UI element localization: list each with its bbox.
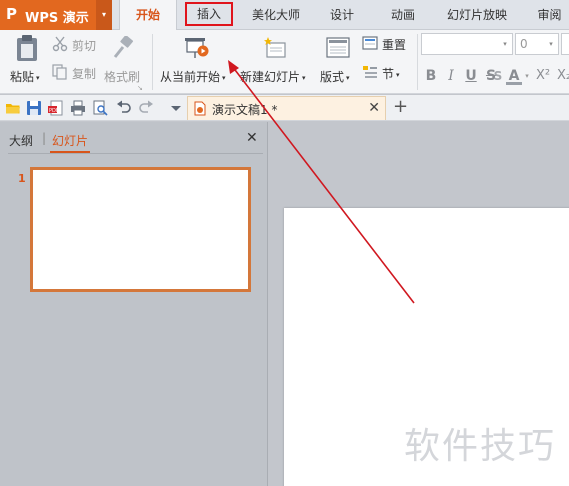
layout-label: 版式 [320,70,345,84]
presentation-file-icon [194,101,206,116]
presentation-play-icon [185,38,209,58]
font-color-dropdown-icon[interactable]: ▾ [522,66,532,86]
scissors-icon [52,36,68,52]
layout-button[interactable]: 版式 ▾ [320,34,358,90]
new-slide-button[interactable]: 新建幻灯片 ▾ [240,34,312,90]
slides-pane: 大纲 | 幻灯片 ✕ 1 [0,122,268,486]
tab-outline[interactable]: 大纲 [9,132,33,149]
ribbon-tab-bar: P WPS 演示 ▾ 开始 插入 美化大师 设计 动画 幻灯片放映 审阅 [0,0,569,30]
document-tab-title: 演示文稿1 * [212,103,278,117]
undo-icon[interactable] [116,100,132,116]
tab-design[interactable]: 设计 [322,0,362,30]
cut-label: 剪切 [72,39,97,53]
subscript-button[interactable]: X₂ [555,66,569,86]
section-label: 节 [382,67,395,81]
ribbon-home: 粘贴 ▾ 剪切 复制 格式刷 ↘ 从当前开始 ▾ 新建幻灯片 ▾ 版式 ▾ 重置… [0,30,569,94]
wps-logo-icon: P [6,5,17,23]
customize-toolbar-dropdown-icon[interactable] [168,100,184,116]
svg-text:PDF: PDF [49,108,59,114]
export-pdf-icon[interactable]: PDF [48,100,64,116]
underline-button[interactable]: U [464,66,478,86]
paste-label: 粘贴 [10,70,35,84]
reset-button[interactable]: 重置 [362,35,412,53]
font-size-select[interactable]: 0 ▾ [515,33,559,55]
tab-insert[interactable]: 插入 [185,2,233,26]
italic-button[interactable]: I [444,66,458,86]
paste-button[interactable]: 粘贴 ▾ [10,34,46,90]
new-slide-dropdown-icon: ▾ [302,73,306,82]
copy-label: 复制 [72,67,97,81]
reset-label: 重置 [382,38,407,52]
tab-home[interactable]: 开始 [119,0,177,30]
text-shadow-button[interactable]: S [492,66,504,86]
from-current-label: 从当前开始 [160,70,221,84]
section-button[interactable]: 节 ▾ [362,64,412,82]
tab-beautify-master[interactable]: 美化大师 [242,0,310,30]
new-tab-button[interactable]: + [393,96,408,118]
section-dropdown-icon: ▾ [396,70,400,79]
watermark: 软件技巧 [404,426,557,467]
slide-thumbnail[interactable] [30,167,251,292]
superscript-button[interactable]: X² [534,66,552,86]
copy-button[interactable]: 复制 [52,64,98,82]
print-icon[interactable] [70,100,86,116]
slide-number: 1 [18,172,26,185]
app-menu-dropdown-icon[interactable]: ▾ [96,0,112,30]
pane-divider [8,153,263,154]
paintbrush-icon [113,36,133,58]
save-icon[interactable] [26,100,42,116]
copy-icon [52,64,67,80]
close-pane-icon[interactable]: ✕ [246,130,258,146]
font-name-select[interactable]: ▾ [421,33,513,55]
tab-slideshow[interactable]: 幻灯片放映 [440,0,514,30]
layout-icon [326,37,350,58]
font-size-value: 0 [520,37,528,51]
pane-tab-strip: 大纲 | 幻灯片 ✕ [0,122,268,154]
paste-dropdown-icon: ▾ [36,73,40,82]
font-color-button[interactable]: A [506,66,522,85]
app-title: WPS 演示 [25,11,89,26]
redo-icon[interactable] [138,100,154,116]
new-slide-icon [264,37,286,58]
grow-font-button[interactable] [561,33,569,55]
tab-review[interactable]: 审阅 [530,0,569,30]
app-menu-button[interactable]: P WPS 演示 ▾ [0,0,112,30]
cut-button[interactable]: 剪切 [52,36,98,54]
font-size-dropdown-icon[interactable]: ▾ [544,34,558,54]
ribbon-separator [417,34,418,90]
layout-dropdown-icon: ▾ [346,73,350,82]
ribbon-separator [152,34,153,90]
format-painter-button[interactable]: 格式刷 ↘ [104,34,144,92]
tab-animation[interactable]: 动画 [383,0,423,30]
format-painter-label: 格式刷 [104,70,141,84]
reset-slide-icon [362,36,378,50]
play-from-current-button[interactable]: 从当前开始 ▾ [160,34,234,90]
quick-access-toolbar: PDF 演示文稿1 * ✕ + [0,95,569,121]
clipboard-group-launcher-icon[interactable]: ↘ [137,84,143,92]
tab-slides[interactable]: 幻灯片 [52,132,88,149]
new-slide-label: 新建幻灯片 [240,70,301,84]
clipboard-icon [17,35,37,61]
open-folder-icon[interactable] [5,100,21,116]
section-icon [363,66,377,78]
document-tab[interactable]: 演示文稿1 * ✕ [187,96,386,120]
font-name-dropdown-icon[interactable]: ▾ [498,34,512,54]
bold-button[interactable]: B [424,66,438,86]
close-document-icon[interactable]: ✕ [368,99,380,117]
from-current-dropdown-icon: ▾ [222,73,226,82]
pane-tab-separator: | [42,131,47,145]
print-preview-icon[interactable] [92,100,108,116]
